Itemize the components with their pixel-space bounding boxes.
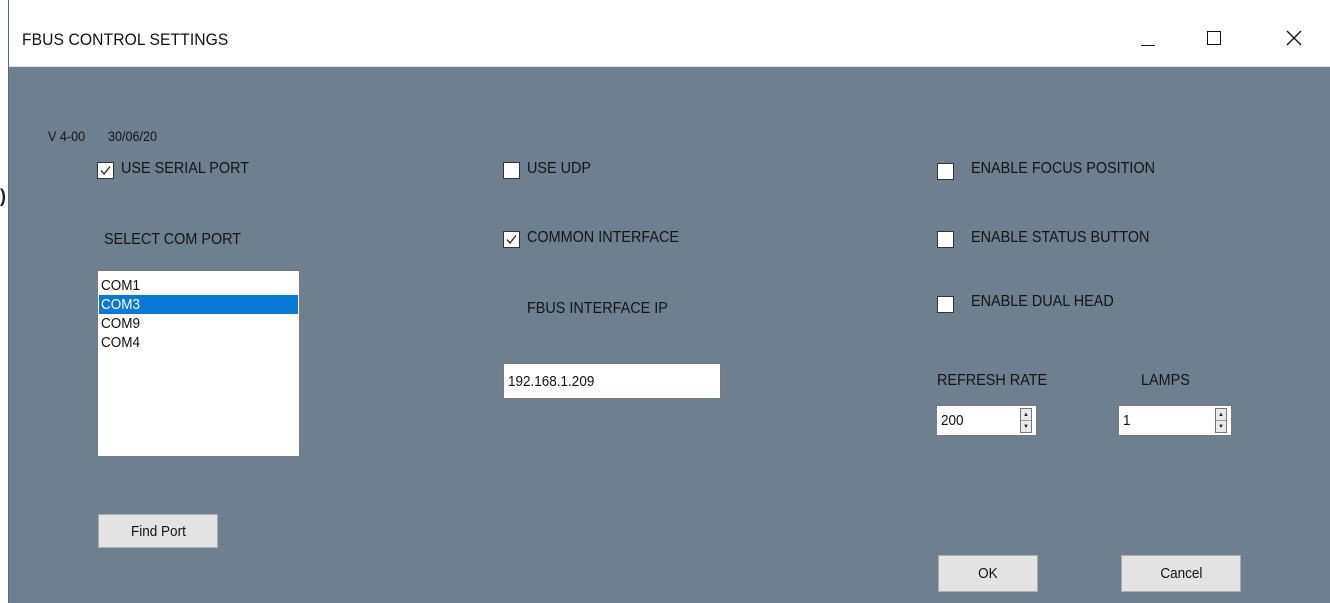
edge-artifact: ) <box>0 186 6 206</box>
refresh-rate-spin-buttons[interactable]: ▲ ▼ <box>1020 408 1032 433</box>
enable-focus-checkbox[interactable] <box>937 163 954 180</box>
spin-up-icon[interactable]: ▲ <box>1021 409 1031 421</box>
find-port-button[interactable]: Find Port <box>98 514 218 548</box>
enable-dual-label[interactable]: ENABLE DUAL HEAD <box>971 293 1114 311</box>
spin-up-icon[interactable]: ▲ <box>1216 409 1226 421</box>
refresh-rate-label: REFRESH RATE <box>937 372 1048 389</box>
ok-button[interactable]: OK <box>938 555 1038 592</box>
use-serial-label[interactable]: USE SERIAL PORT <box>121 160 249 178</box>
checkmark-icon <box>100 166 111 176</box>
enable-status-label[interactable]: ENABLE STATUS BUTTON <box>971 229 1149 247</box>
close-icon <box>1286 30 1302 46</box>
use-udp-checkbox[interactable] <box>503 162 520 179</box>
maximize-button[interactable] <box>1191 16 1237 60</box>
enable-status-checkbox[interactable] <box>937 231 954 248</box>
use-udp-label[interactable]: USE UDP <box>527 160 591 178</box>
spin-down-icon[interactable]: ▼ <box>1021 421 1031 432</box>
list-item[interactable]: COM9 <box>99 314 298 333</box>
minimize-icon <box>1141 44 1155 46</box>
use-serial-checkbox[interactable] <box>97 162 114 179</box>
version-number: V 4-00 <box>48 128 86 144</box>
checkmark-icon <box>506 235 517 245</box>
list-item[interactable]: COM1 <box>99 276 298 295</box>
cancel-button[interactable]: Cancel <box>1121 555 1241 592</box>
lamps-spin-buttons[interactable]: ▲ ▼ <box>1215 408 1227 433</box>
list-item[interactable]: COM3 <box>99 295 298 314</box>
window-title: FBUS CONTROL SETTINGS <box>22 30 229 49</box>
lamps-label: LAMPS <box>1141 372 1190 389</box>
common-interface-label[interactable]: COMMON INTERFACE <box>527 229 679 247</box>
interface-ip-input[interactable]: 192.168.1.209 <box>503 363 721 399</box>
enable-dual-checkbox[interactable] <box>937 296 954 313</box>
refresh-rate-stepper[interactable]: 200 ▲ ▼ <box>936 405 1037 436</box>
common-interface-checkbox[interactable] <box>503 231 520 248</box>
spin-down-icon[interactable]: ▼ <box>1216 421 1226 432</box>
select-com-label: SELECT COM PORT <box>104 231 242 248</box>
enable-focus-label[interactable]: ENABLE FOCUS POSITION <box>971 160 1155 178</box>
title-bar: FBUS CONTROL SETTINGS <box>9 0 1330 67</box>
com-port-list[interactable]: COM1 COM3 COM9 COM4 <box>97 270 300 457</box>
close-button[interactable] <box>1271 16 1317 60</box>
minimize-button[interactable] <box>1125 16 1171 60</box>
lamps-stepper[interactable]: 1 ▲ ▼ <box>1118 405 1232 436</box>
settings-window: FBUS CONTROL SETTINGS V 4-00 30/06/20 US… <box>8 0 1330 603</box>
list-item[interactable]: COM4 <box>99 333 298 352</box>
version-date: 30/06/20 <box>108 128 158 144</box>
interface-ip-label: FBUS INTERFACE IP <box>527 300 668 317</box>
maximize-icon <box>1207 31 1221 45</box>
